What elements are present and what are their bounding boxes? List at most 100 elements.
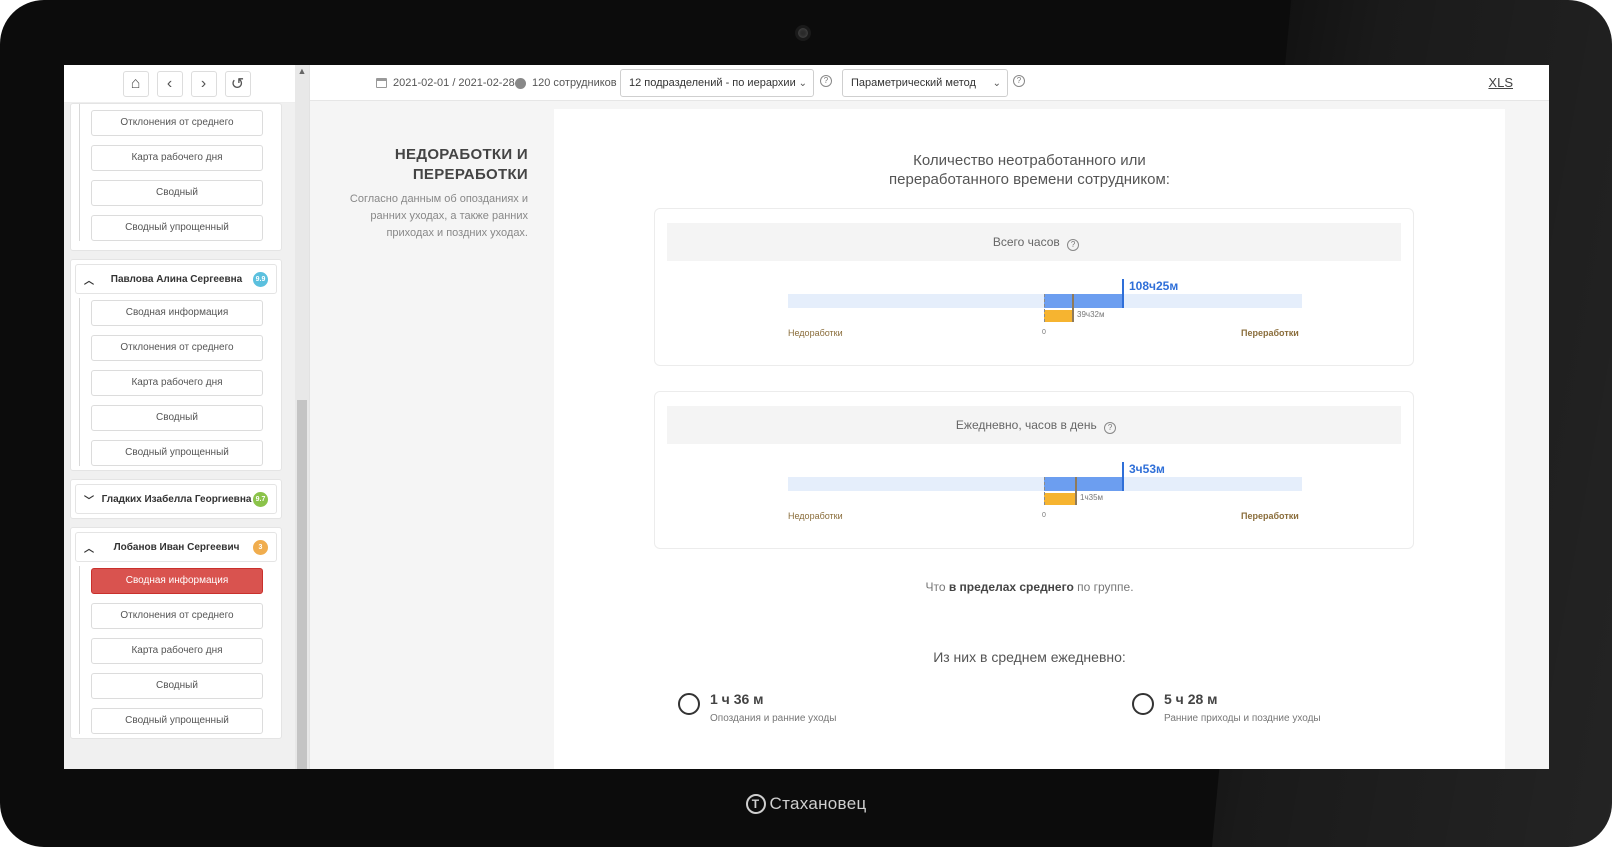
overtime-label: Переработки (1241, 328, 1299, 338)
stat-value: 5 ч 28 м (1164, 691, 1218, 707)
sidebar-item-summary-simple[interactable]: Сводный упрощенный (91, 708, 263, 734)
sidebar-item-deviations[interactable]: Отклонения от среднего (91, 603, 263, 629)
section-title: НЕДОРАБОТКИ И ПЕРЕРАБОТКИ (332, 145, 528, 185)
employee-header[interactable]: ︿ Павлова Алина Сергеевна 9.9 (75, 264, 277, 294)
section-info: НЕДОРАБОТКИ И ПЕРЕРАБОТКИ Согласно данны… (332, 145, 528, 242)
sidebar-item-summary[interactable]: Сводный (91, 405, 263, 431)
device-brand: T Стахановец (0, 794, 1612, 814)
date-range[interactable]: 2021-02-01 / 2021-02-28 (376, 65, 515, 101)
average-marker (1072, 294, 1074, 322)
sidebar-employee-group: ﹀ Гладких Изабелла Георгиевна 9.7 (70, 479, 282, 519)
sidebar: ⌂ ‹ › ↺ Отклонения от среднего Карта раб… (64, 65, 310, 769)
card-header-text: Всего часов (992, 235, 1060, 249)
card-header-text: Ежедневно, часов в день (955, 418, 1097, 432)
xls-export-link[interactable]: XLS (1488, 75, 1513, 90)
brand-logo-icon: T (745, 794, 766, 814)
employee-score-badge: 9.7 (253, 491, 268, 507)
employee-header[interactable]: ﹀ Гладких Изабелла Георгиевна 9.7 (75, 484, 277, 514)
date-range-text: 2021-02-01 / 2021-02-28 (393, 77, 515, 89)
scrollbar-thumb[interactable] (297, 400, 307, 769)
section-title-line2: ПЕРЕРАБОТКИ (412, 166, 528, 183)
sidebar-item-deviations[interactable]: Отклонения от среднего (91, 110, 263, 136)
note-emphasis: в пределах среднего (948, 580, 1074, 594)
employee-score-badge: 9.9 (253, 271, 268, 287)
help-icon[interactable]: ? (820, 75, 832, 87)
daily-hours-card: Ежедневно, часов в день ? 3ч53м 1ч35м Не… (654, 391, 1414, 549)
employee-name: Лобанов Иван Сергеевич (113, 541, 240, 553)
chevron-up-icon: ︿ (84, 275, 94, 287)
employee-header[interactable]: ︿ Лобанов Иван Сергеевич 3 (75, 532, 277, 562)
sidebar-item-summary-info-active[interactable]: Сводная информация (91, 568, 263, 594)
brand-name: Стахановец (769, 794, 867, 813)
zero-label: 0 (1042, 512, 1046, 519)
overtime-bar-tick (1122, 462, 1124, 491)
sidebar-item-workday-map[interactable]: Карта рабочего дня (91, 145, 263, 171)
card-header: Ежедневно, часов в день ? (667, 406, 1401, 444)
employee-name: Гладких Изабелла Георгиевна (101, 493, 252, 505)
sidebar-employee-group: ︿ Лобанов Иван Сергеевич 3 Сводная инфор… (70, 527, 282, 739)
employee-count-text: 120 сотрудников (532, 77, 617, 89)
forward-button[interactable]: › (190, 70, 217, 97)
panel-title-line1: Количество неотработанного или (913, 152, 1146, 169)
chevron-up-icon: ︿ (84, 543, 94, 555)
device-frame: T Стахановец ⌂ ‹ › ↺ Отклонения от средн… (0, 0, 1612, 847)
chevron-left-icon: ‹ (166, 74, 173, 92)
employee-name: Павлова Алина Сергеевна (110, 273, 243, 285)
late-early-leave-stat: 1 ч 36 м Опоздания и ранние уходы (678, 691, 836, 724)
overtime-bar (1044, 294, 1123, 308)
department-select[interactable]: 12 подразделений - по иерархии ⌄ (620, 69, 814, 97)
chevron-right-icon: › (200, 74, 207, 92)
undertime-bar (1044, 310, 1073, 322)
scroll-up-icon[interactable]: ▲ (295, 65, 309, 77)
help-icon[interactable]: ? (1067, 239, 1080, 251)
section-description: Согласно данным об опозданиях и ранних у… (349, 193, 528, 239)
calendar-icon (376, 78, 387, 88)
sidebar-employee-group: ︿ Павлова Алина Сергеевна 9.9 Сводная ин… (70, 259, 282, 471)
group-comparison-note: Что в пределах среднего по группе. (554, 580, 1505, 594)
sidebar-item-summary-info[interactable]: Сводная информация (91, 300, 263, 326)
overtime-value: 3ч53м (1129, 462, 1165, 476)
sidebar-item-deviations[interactable]: Отклонения от среднего (91, 335, 263, 361)
department-select-value: 12 подразделений - по иерархии (629, 77, 796, 89)
section-title-line1: НЕДОРАБОТКИ И (394, 146, 528, 163)
sidebar-item-summary-simple[interactable]: Сводный упрощенный (91, 440, 263, 466)
average-marker (1075, 477, 1077, 505)
note-prefix: Что (925, 580, 949, 594)
sidebar-item-workday-map[interactable]: Карта рабочего дня (91, 638, 263, 664)
chevron-down-icon: ﹀ (84, 495, 94, 507)
stat-label: Ранние приходы и поздние уходы (1164, 713, 1321, 724)
panel-title: Количество неотработанного или переработ… (554, 151, 1505, 189)
sidebar-scrollbar[interactable]: ▲ (295, 65, 309, 769)
help-icon[interactable]: ? (1104, 422, 1117, 434)
chevron-down-icon: ⌄ (992, 77, 1001, 89)
card-header: Всего часов ? (667, 223, 1401, 261)
clock-icon (1132, 693, 1154, 715)
main-content: 2021-02-01 / 2021-02-28 120 сотрудников … (310, 65, 1549, 769)
overtime-bar (1044, 477, 1123, 491)
sidebar-item-summary[interactable]: Сводный (91, 673, 263, 699)
sidebar-item-summary[interactable]: Сводный (91, 180, 263, 206)
home-button[interactable]: ⌂ (122, 70, 149, 97)
method-select[interactable]: Параметрический метод ⌄ (842, 69, 1008, 97)
undo-button[interactable]: ↺ (224, 70, 251, 97)
home-icon: ⌂ (130, 74, 141, 92)
zero-label: 0 (1042, 329, 1046, 336)
app-screen: ⌂ ‹ › ↺ Отклонения от среднего Карта раб… (64, 65, 1549, 769)
report-panel: Количество неотработанного или переработ… (554, 109, 1505, 769)
overtime-bar-tick (1122, 279, 1124, 308)
sidebar-item-summary-simple[interactable]: Сводный упрощенный (91, 215, 263, 241)
help-icon[interactable]: ? (1013, 75, 1025, 87)
employee-count[interactable]: 120 сотрудников (515, 65, 617, 101)
zero-line (1044, 477, 1045, 505)
stopwatch-icon (678, 693, 700, 715)
chevron-down-icon: ⌄ (798, 77, 807, 89)
back-button[interactable]: ‹ (156, 70, 183, 97)
total-hours-card: Всего часов ? 108ч25м 39ч32м Недоработки… (654, 208, 1414, 366)
filter-toolbar: 2021-02-01 / 2021-02-28 120 сотрудников … (310, 65, 1549, 101)
sidebar-item-workday-map[interactable]: Карта рабочего дня (91, 370, 263, 396)
panel-title-line2: переработанного времени сотрудником: (889, 171, 1170, 188)
note-suffix: по группе. (1073, 580, 1134, 594)
undo-icon: ↺ (230, 75, 245, 93)
camera-icon (795, 25, 811, 41)
daily-average-subtitle: Из них в среднем ежедневно: (933, 649, 1126, 665)
